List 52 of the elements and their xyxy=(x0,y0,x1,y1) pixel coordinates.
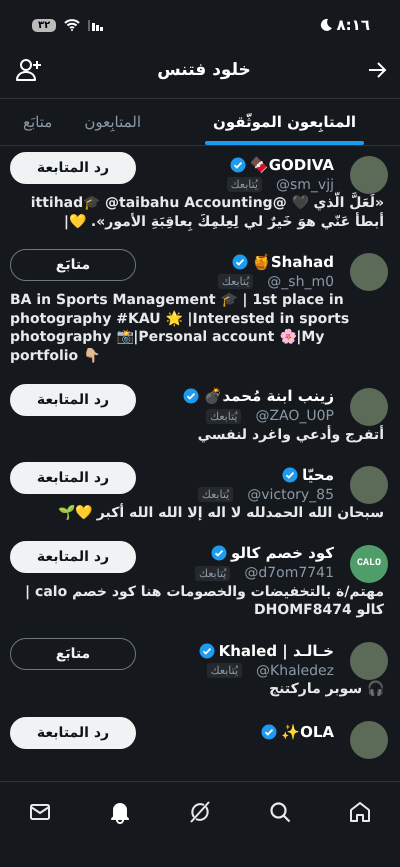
user-name[interactable]: خـالـد | Khaled xyxy=(218,642,334,660)
follow-back-button[interactable]: رد المتابعة xyxy=(10,716,136,749)
tab[interactable]: المتابِعون الموثّقون xyxy=(197,99,372,145)
add-user-icon[interactable] xyxy=(16,58,42,82)
follows-you-label: يُتابعك xyxy=(194,566,230,581)
follows-you-label: يُتابعك xyxy=(218,274,254,290)
avatar-photo xyxy=(350,156,388,194)
following-button[interactable]: متابَع xyxy=(10,638,136,670)
bell-icon[interactable] xyxy=(108,800,132,824)
home-icon[interactable] xyxy=(348,800,372,824)
user-name[interactable]: زينب ابنة مُحمد💣 xyxy=(203,387,334,406)
user-handle: @victory_85 xyxy=(247,486,334,503)
user-bio: 🎧 سوبر ماركتنج xyxy=(268,680,385,699)
user-bio: مهتم/ة بالتخفيضات والخصومات هنا كود خصم calo | كالو DHOMF8474 xyxy=(24,582,385,620)
status-time: ٨:١٦ xyxy=(336,16,370,34)
follows-you-label: يُتابعك xyxy=(198,487,234,502)
follow-back-button[interactable]: رد المتابعة xyxy=(10,152,136,184)
avatar-photo xyxy=(350,253,388,292)
user-bio: سبحان الله الحمدلله لا اله إلا الله الله أكبر 💛🌱 xyxy=(56,504,385,523)
user-name[interactable]: محيّا xyxy=(302,466,334,484)
search-icon[interactable] xyxy=(268,800,292,824)
avatar-photo xyxy=(350,642,388,680)
follows-you-label: يُتابعك xyxy=(206,408,242,424)
avatar-photo xyxy=(350,388,388,426)
follows-you-label: يُتابعك xyxy=(206,663,242,678)
user-name[interactable]: كود خصم كالو xyxy=(230,544,334,562)
follow-back-button[interactable]: رد المتابعة xyxy=(10,540,136,573)
tab[interactable]: المتابِعون xyxy=(68,99,158,145)
follows-you-label: يُتابعك xyxy=(226,177,262,192)
user-handle: @sm_vjj xyxy=(276,176,334,192)
battery-indicator: ٣٢ xyxy=(32,18,56,32)
avatar-photo xyxy=(350,720,388,759)
user-handle: @ZAO_U0P xyxy=(255,408,334,424)
avatar-photo xyxy=(350,466,388,504)
profile-name-title: خلود فتنس xyxy=(157,60,251,80)
slashed-circle-icon[interactable] xyxy=(188,800,212,824)
user-bio: BA in Sports Management 🎓 | 1st place in photography #KAU 🌟 |Interested in sports photography 📸|Personal account 🌸|My portfolio 👇🏼 xyxy=(10,291,350,366)
user-handle: @d7om7741 xyxy=(244,565,334,582)
user-handle: @_sh_m0 xyxy=(267,274,334,290)
following-button[interactable]: متابَع xyxy=(10,249,136,282)
signal-icon xyxy=(88,20,104,30)
user-name[interactable]: GODIVA🍫 xyxy=(250,156,334,174)
user-name[interactable]: Shahad🍯 xyxy=(252,252,334,271)
tab[interactable]: متابَع xyxy=(7,99,68,145)
user-bio: «لَعَلَّ الّذي 🖤 @ittihad🎓 @taibahu Accounting أبطأ عَنّي هوَ خَيرٌ لي لِعِلمِكَ بِعاقِبَةِ الأمور». 💛| xyxy=(10,194,388,232)
follow-back-button[interactable]: رد المتابعة xyxy=(10,384,136,416)
follow-back-button[interactable]: رد المتابعة xyxy=(10,462,136,494)
user-name[interactable]: OLA✨ xyxy=(281,723,334,742)
user-bio: أتفرج وأدعي واغرد لنفسي xyxy=(196,426,385,444)
brand-logo-avatar: CALO xyxy=(350,544,388,583)
user-handle: @Khaledez xyxy=(256,662,334,679)
wifi-icon xyxy=(64,19,80,31)
